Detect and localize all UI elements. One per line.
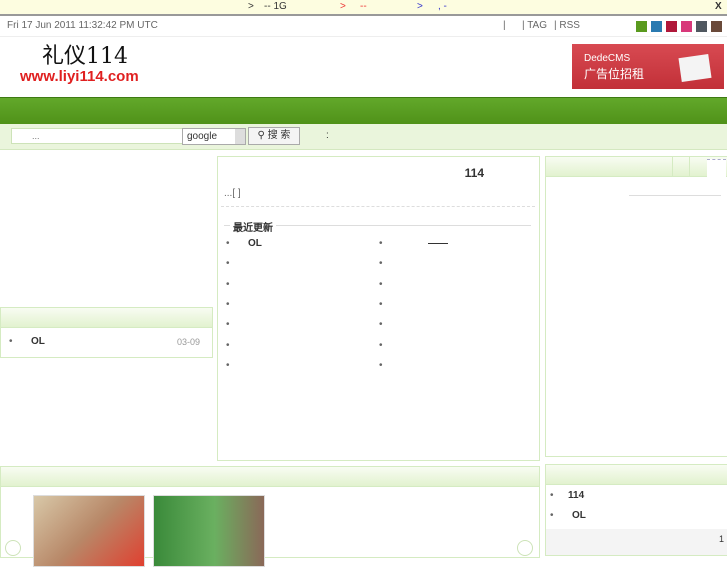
bullet-icon: • [226, 258, 230, 270]
list-item-link[interactable]: OL [572, 510, 586, 521]
logo-text: 礼仪114 [42, 44, 128, 69]
list-item-link[interactable]: —— [428, 238, 448, 249]
notice-text[interactable]: -- [360, 1, 367, 12]
bullet-icon: • [226, 298, 230, 310]
pagination: 1 [546, 529, 727, 555]
ad-banner[interactable]: DedeCMS 广告位招租 [572, 44, 724, 89]
divider [221, 206, 535, 207]
bullet-icon: • [226, 238, 230, 249]
bullet-icon: • [226, 339, 230, 351]
prev-arrow-icon[interactable] [5, 540, 21, 556]
notice-text[interactable]: , - [438, 1, 447, 12]
search-engine-select[interactable]: google [182, 128, 246, 145]
hot-words-label: : [326, 130, 329, 141]
bullet-icon: • [379, 319, 383, 331]
bullet-icon: • [379, 258, 383, 270]
theme-blue-swatch[interactable] [651, 21, 662, 32]
notice-arrow: > [417, 1, 423, 12]
separator: | [503, 20, 506, 31]
box-header [546, 157, 727, 177]
tab-3[interactable] [707, 159, 726, 177]
divider [629, 195, 721, 196]
bullet-icon: • [379, 298, 383, 310]
notice-arrow: > [248, 1, 254, 12]
search-button-label: 搜 索 [267, 130, 291, 141]
article-intro: ...[ ] [224, 188, 241, 199]
search-button[interactable]: ⚲ 搜 索 [248, 127, 300, 145]
box-header [546, 465, 727, 485]
notice-text[interactable]: -- 1G [264, 1, 287, 12]
page-number[interactable]: 1 [719, 534, 724, 544]
recent-updates-heading: 最近更新 [230, 219, 276, 234]
list-item-link[interactable]: 114 [568, 490, 584, 501]
search-engine-value: google [187, 131, 218, 142]
ad-figure-icon [678, 54, 712, 82]
search-bar: google ⚲ 搜 索 : [0, 124, 727, 150]
list-item-date: 03-09 [177, 337, 201, 347]
ad-line2: 广告位招租 [584, 67, 645, 81]
chevron-down-icon [235, 129, 245, 144]
tab-1[interactable] [672, 157, 673, 176]
list-item-link[interactable]: OL [248, 238, 262, 249]
search-icon: ⚲ [257, 130, 268, 141]
bullet-icon: • [379, 359, 383, 371]
notice-arrow: > [340, 1, 346, 12]
rss-link[interactable]: | RSS [554, 20, 580, 31]
main-nav [0, 97, 727, 125]
article-title[interactable]: 114 [218, 166, 484, 180]
date-text: Fri 17 Jun 2011 11:32:42 PM UTC [7, 20, 158, 31]
top-bar: Fri 17 Jun 2011 11:32:42 PM UTC | | TAG … [0, 16, 727, 37]
bullet-icon: • [226, 278, 230, 290]
next-arrow-icon[interactable] [517, 540, 533, 556]
box-header [1, 467, 539, 487]
left-list-box: • OL 03-09 [0, 307, 213, 358]
list-item-link[interactable]: OL [31, 336, 45, 347]
theme-gray-swatch[interactable] [696, 21, 707, 32]
bullet-icon: • [379, 238, 383, 249]
logo-url: www.liyi114.com [20, 68, 139, 85]
bullet-icon: • [226, 359, 230, 371]
tag-link[interactable]: | TAG [522, 20, 547, 31]
search-input[interactable] [11, 128, 193, 144]
bullet-icon: • [226, 319, 230, 331]
bullet-icon: • [379, 278, 383, 290]
ad-line1: DedeCMS [584, 53, 631, 64]
right-box [545, 156, 727, 457]
photo-gallery-box [0, 466, 540, 567]
bullet-icon: • [379, 339, 383, 351]
theme-pink-swatch[interactable] [681, 21, 692, 32]
close-button[interactable]: X [715, 1, 722, 12]
photo-thumbnail[interactable] [33, 495, 145, 567]
tab-2[interactable] [689, 157, 690, 176]
box-header [1, 308, 212, 328]
theme-red-swatch[interactable] [666, 21, 677, 32]
right-list-box: • 114 • OL 1 [545, 464, 727, 556]
theme-brown-swatch[interactable] [711, 21, 722, 32]
theme-green-swatch[interactable] [636, 21, 647, 32]
center-box: 114 ...[ ] 最近更新 • OL • —— • • • • • • • • • • • • [217, 156, 540, 461]
notice-bar: > -- 1G > -- > , - X [0, 0, 727, 16]
site-logo[interactable]: 礼仪114 www.liyi114.com [20, 45, 139, 85]
photo-thumbnail[interactable] [153, 495, 265, 567]
